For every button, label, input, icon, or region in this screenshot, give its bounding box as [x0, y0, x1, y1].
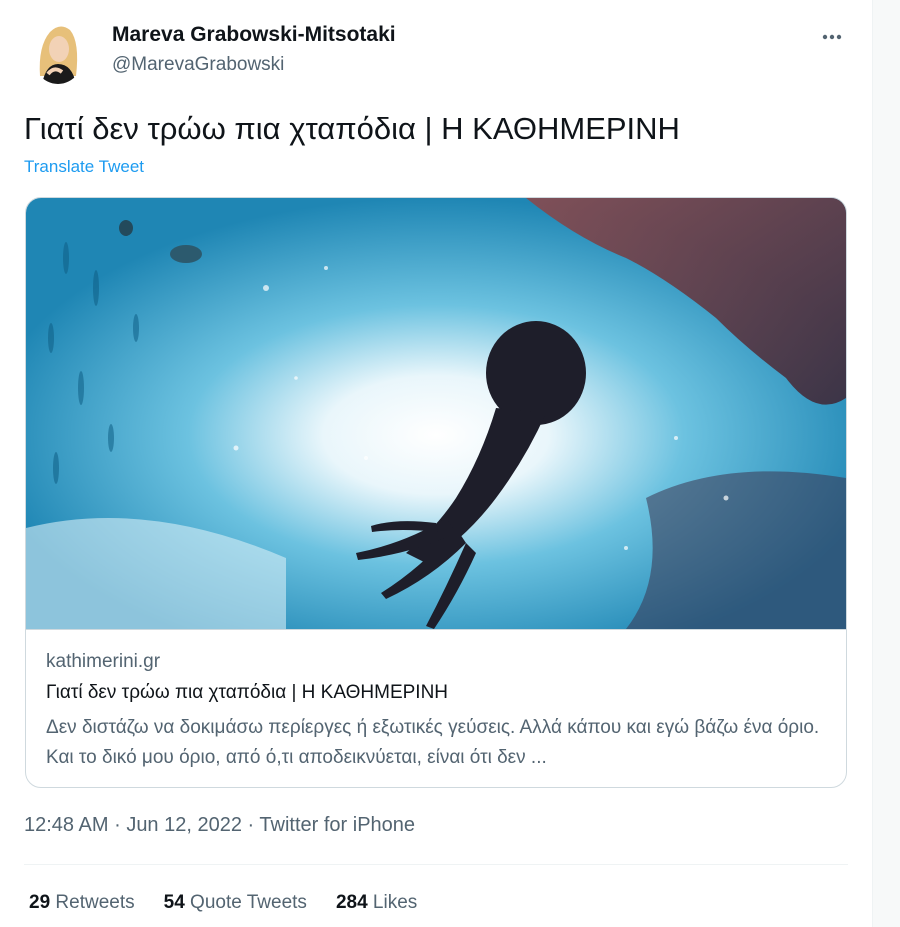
tweet-meta: 12:48 AM · Jun 12, 2022 · Twitter for iP… — [24, 814, 415, 837]
quote-tweets-label: Quote Tweets — [190, 892, 307, 913]
divider — [24, 864, 848, 865]
quote-tweets-stat[interactable]: 54 Quote Tweets — [164, 892, 307, 914]
author-display-name[interactable]: Mareva Grabowski-Mitsotaki — [112, 23, 396, 47]
retweets-stat[interactable]: 29 Retweets — [29, 892, 135, 914]
card-image[interactable] — [26, 198, 846, 630]
retweets-count: 29 — [29, 892, 51, 913]
likes-count: 284 — [335, 892, 368, 913]
tweet-stats: 29 Retweets 54 Quote Tweets 284 Likes — [29, 892, 417, 914]
card-description: Δεν διστάζω να δοκιμάσω περίεργες ή εξωτ… — [46, 717, 820, 768]
tweet-source[interactable]: Twitter for iPhone — [259, 814, 415, 836]
retweets-label: Retweets — [55, 892, 135, 913]
tweet-text: Γιατί δεν τρώω πια χταπόδια | Η ΚΑΘΗΜΕΡΙ… — [24, 111, 680, 146]
right-column-edge — [873, 0, 900, 927]
likes-label: Likes — [372, 892, 418, 913]
tweet-time[interactable]: 12:48 AM — [24, 814, 109, 836]
tweet-detail: Mareva Grabowski-Mitsotaki @MarevaGrabow… — [0, 0, 873, 927]
quote-tweets-count: 54 — [163, 892, 185, 913]
meta-separator: · — [247, 814, 255, 836]
author-handle[interactable]: @MarevaGrabowski — [112, 54, 284, 76]
meta-separator: · — [114, 814, 121, 836]
octopus-underwater-photo-icon — [26, 198, 846, 629]
link-preview-card[interactable]: kathimerini.gr Γιατί δεν τρώω πια χταπόδ… — [25, 197, 847, 788]
likes-stat[interactable]: 284 Likes — [336, 892, 417, 914]
more-dots-icon — [822, 34, 842, 40]
tweet-date[interactable]: Jun 12, 2022 — [126, 814, 242, 836]
avatar[interactable] — [30, 16, 86, 84]
profile-photo-icon — [30, 16, 86, 84]
card-title: Γιατί δεν τρώω πια χταπόδια | Η ΚΑΘΗΜΕΡΙ… — [46, 682, 449, 703]
card-domain: kathimerini.gr — [46, 651, 161, 672]
translate-tweet-link[interactable]: Translate Tweet — [24, 157, 144, 177]
more-options-button[interactable] — [815, 20, 849, 54]
